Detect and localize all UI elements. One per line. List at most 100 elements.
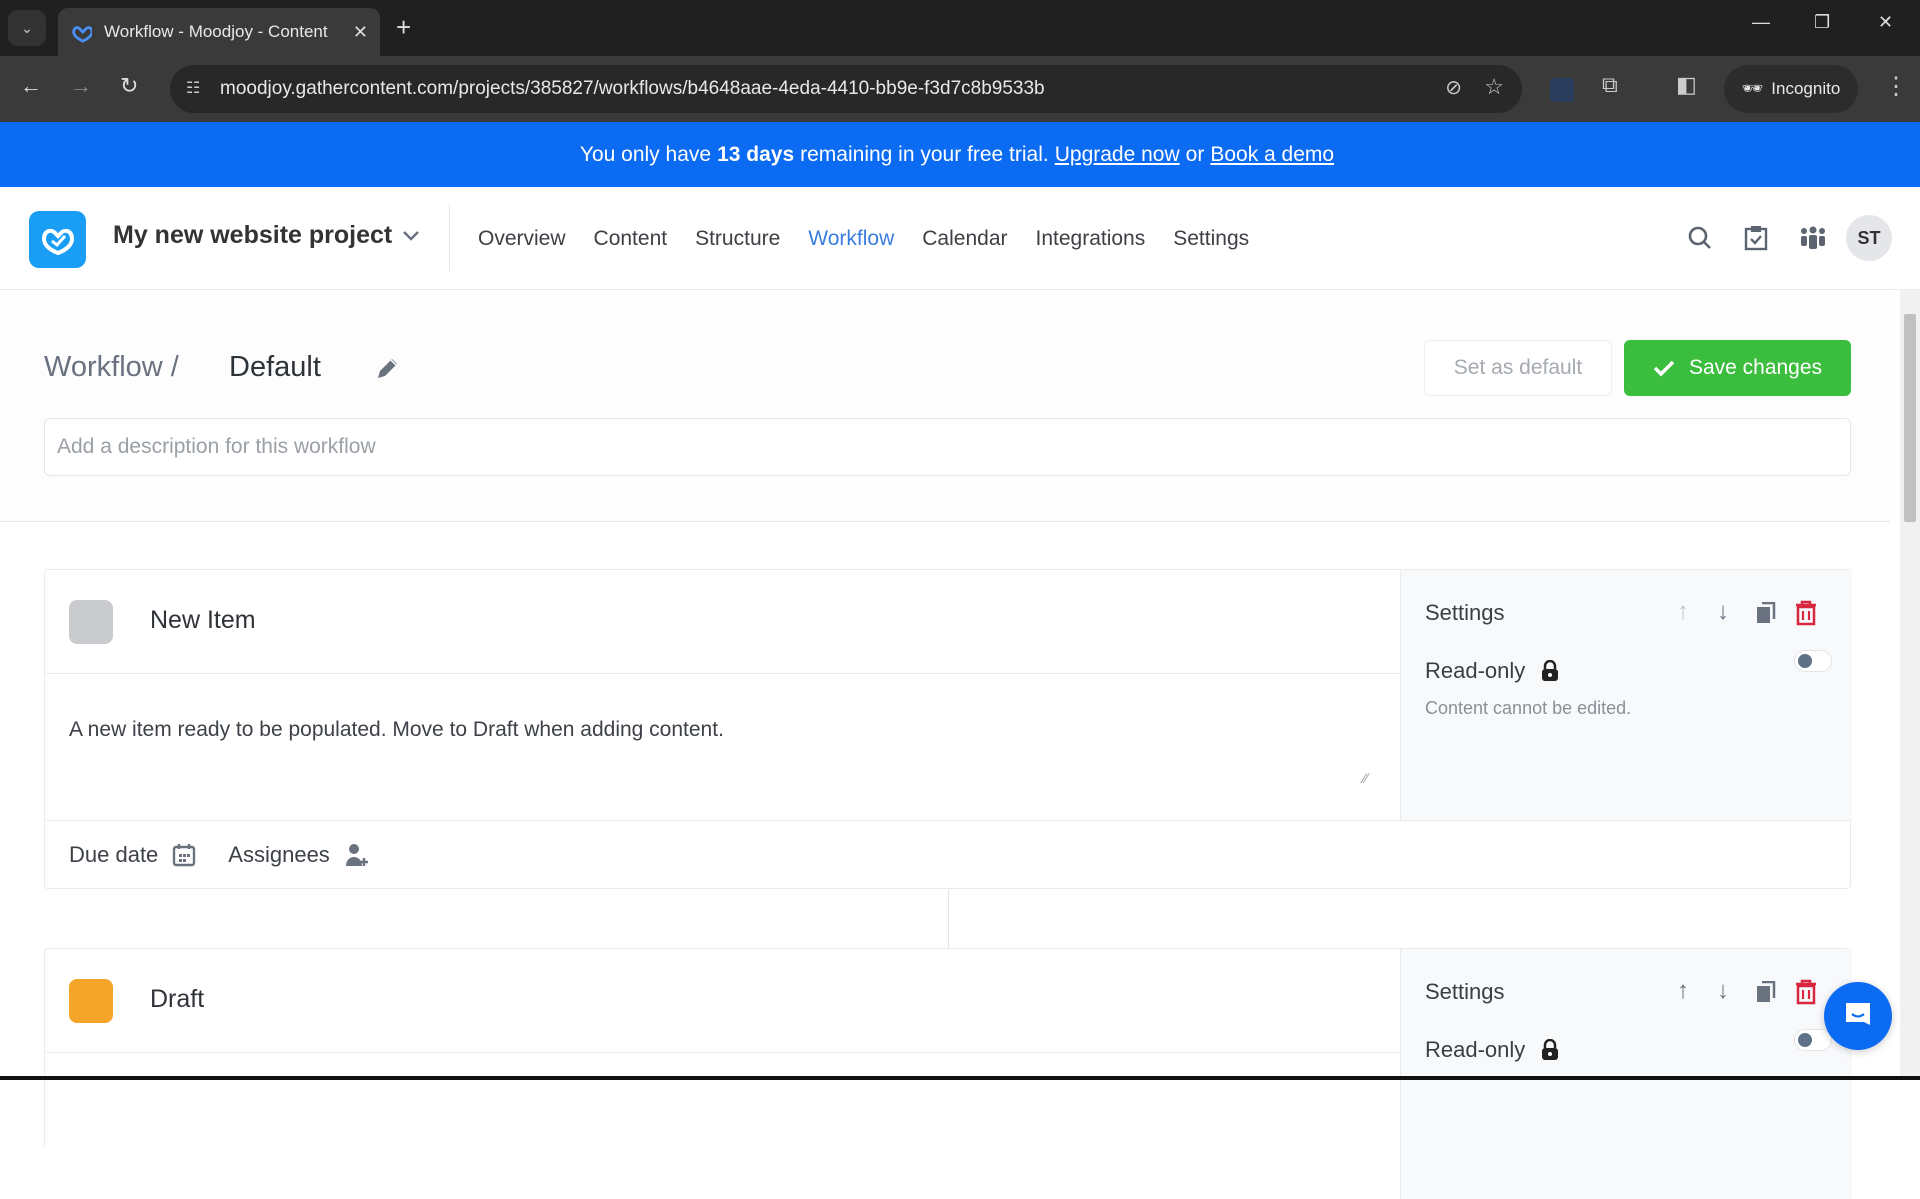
incognito-label: Incognito bbox=[1771, 79, 1841, 98]
side-panel-icon[interactable]: ◧ bbox=[1676, 72, 1700, 97]
save-changes-button[interactable]: Save changes bbox=[1624, 340, 1851, 396]
workflow-name: Default bbox=[229, 351, 321, 383]
readonly-label: Read-only bbox=[1425, 1037, 1526, 1062]
header-divider bbox=[449, 205, 450, 271]
delete-trash-icon[interactable] bbox=[1794, 979, 1818, 1005]
bookmark-star-icon[interactable]: ☆ bbox=[1484, 74, 1504, 100]
stage-name[interactable]: Draft bbox=[150, 985, 204, 1014]
tracking-blocked-icon[interactable]: ⊘ bbox=[1445, 75, 1462, 100]
set-as-default-button[interactable]: Set as default bbox=[1424, 340, 1612, 396]
move-up-icon[interactable]: ↑ bbox=[1677, 598, 1689, 626]
nav-integrations[interactable]: Integrations bbox=[1036, 227, 1146, 251]
incognito-indicator[interactable]: 🕶 Incognito bbox=[1724, 65, 1858, 113]
assignees-label[interactable]: Assignees bbox=[228, 842, 330, 868]
scrollbar-thumb[interactable] bbox=[1904, 314, 1916, 522]
workflow-stage: Draft Settings ↑ ↓ Read-only bbox=[44, 948, 1852, 1199]
lock-icon bbox=[1542, 660, 1559, 681]
stage-color-swatch[interactable] bbox=[69, 979, 113, 1023]
move-down-icon[interactable]: ↓ bbox=[1717, 598, 1729, 626]
address-bar[interactable]: ☷ moodjoy.gathercontent.com/projects/385… bbox=[170, 65, 1522, 113]
banner-or: or bbox=[1185, 142, 1205, 166]
browser-tab-bar: ⌄ Workflow - Moodjoy - Content ✕ + — ❐ ✕ bbox=[0, 0, 1920, 56]
nav-workflow[interactable]: Workflow bbox=[808, 227, 894, 251]
breadcrumb-workflow[interactable]: Workflow / bbox=[44, 351, 179, 384]
browser-menu-icon[interactable]: ⋮ bbox=[1884, 72, 1908, 101]
stage-header: Draft bbox=[45, 949, 1400, 1053]
browser-toolbar: ← → ↻ ☷ moodjoy.gathercontent.com/projec… bbox=[0, 56, 1920, 122]
book-demo-link[interactable]: Book a demo bbox=[1210, 143, 1334, 167]
toggle-knob bbox=[1798, 1033, 1812, 1047]
tab-search-button[interactable]: ⌄ bbox=[8, 10, 46, 46]
toggle-knob bbox=[1798, 654, 1812, 668]
close-tab-icon[interactable]: ✕ bbox=[353, 22, 368, 43]
nav-calendar[interactable]: Calendar bbox=[922, 227, 1007, 251]
due-date-label[interactable]: Due date bbox=[69, 842, 158, 868]
banner-middle: remaining in your free trial. bbox=[800, 142, 1049, 166]
workflow-title-bar: Workflow / Default Set as default Save c… bbox=[0, 290, 1890, 522]
nav-settings[interactable]: Settings bbox=[1173, 227, 1249, 251]
resize-handle-icon[interactable]: ⁄⁄ bbox=[1363, 770, 1368, 786]
settings-title: Settings bbox=[1425, 600, 1505, 625]
close-window-icon[interactable]: ✕ bbox=[1878, 12, 1893, 33]
add-assignee-icon[interactable] bbox=[344, 842, 370, 868]
user-avatar[interactable]: ST bbox=[1846, 215, 1892, 261]
restore-icon[interactable]: ❐ bbox=[1814, 12, 1830, 33]
tab-title: Workflow - Moodjoy - Content bbox=[104, 22, 328, 41]
stage-connector bbox=[948, 890, 949, 948]
gathercontent-favicon-icon bbox=[72, 26, 92, 43]
readonly-setting: Read-only bbox=[1425, 1037, 1559, 1063]
move-down-icon[interactable]: ↓ bbox=[1717, 977, 1729, 1005]
banner-prefix: You only have bbox=[579, 142, 712, 166]
extensions-puzzle-icon[interactable]: ⧉ bbox=[1602, 72, 1626, 97]
move-up-icon[interactable]: ↑ bbox=[1677, 977, 1689, 1005]
project-switcher[interactable]: My new website project bbox=[113, 221, 420, 250]
readonly-label: Read-only bbox=[1425, 658, 1526, 683]
team-icon[interactable] bbox=[1799, 225, 1827, 251]
lock-icon bbox=[1542, 1039, 1559, 1060]
forward-icon[interactable]: → bbox=[70, 73, 92, 99]
delete-trash-icon[interactable] bbox=[1794, 600, 1818, 626]
stage-header: New Item bbox=[45, 570, 1400, 674]
back-icon[interactable]: ← bbox=[20, 73, 42, 99]
upgrade-link[interactable]: Upgrade now bbox=[1055, 143, 1180, 167]
site-info-icon[interactable]: ☷ bbox=[186, 78, 200, 98]
stage-color-swatch[interactable] bbox=[69, 600, 113, 644]
nav-content[interactable]: Content bbox=[594, 227, 668, 251]
stage-description[interactable]: A new item ready to be populated. Move t… bbox=[69, 718, 724, 742]
browser-tab[interactable]: Workflow - Moodjoy - Content ✕ bbox=[58, 8, 380, 56]
reload-icon[interactable]: ↻ bbox=[120, 73, 138, 99]
os-taskbar-edge bbox=[0, 1076, 1920, 1080]
stage-name[interactable]: New Item bbox=[150, 606, 256, 635]
workflow-page: Workflow / Default Set as default Save c… bbox=[0, 290, 1900, 1199]
search-icon[interactable] bbox=[1687, 225, 1713, 251]
readonly-toggle[interactable] bbox=[1794, 1029, 1832, 1051]
support-chat-button[interactable] bbox=[1824, 982, 1892, 1050]
calendar-icon[interactable] bbox=[172, 843, 196, 867]
stage-footer: Due date Assignees bbox=[45, 820, 1852, 888]
readonly-setting: Read-only bbox=[1425, 658, 1559, 684]
duplicate-icon[interactable] bbox=[1756, 981, 1776, 1003]
nav-structure[interactable]: Structure bbox=[695, 227, 780, 251]
chat-icon bbox=[1846, 1003, 1870, 1025]
main-nav: Overview Content Structure Workflow Cale… bbox=[478, 227, 1249, 251]
tasks-clipboard-icon[interactable] bbox=[1744, 225, 1768, 251]
page-scrollbar[interactable] bbox=[1900, 290, 1920, 1080]
readonly-toggle[interactable] bbox=[1794, 650, 1832, 672]
new-tab-button[interactable]: + bbox=[396, 12, 411, 43]
logo-heart-icon bbox=[41, 228, 74, 255]
app-header: My new website project Overview Content … bbox=[0, 187, 1920, 290]
trial-banner: You only have 13 days remaining in your … bbox=[0, 122, 1920, 187]
checkmark-icon bbox=[1653, 360, 1675, 377]
minimize-icon[interactable]: — bbox=[1752, 12, 1770, 33]
stage-settings-panel: Settings ↑ ↓ Read-only bbox=[1400, 949, 1852, 1199]
gathercontent-logo[interactable] bbox=[29, 211, 86, 268]
workflow-description-input[interactable] bbox=[44, 418, 1851, 476]
nav-overview[interactable]: Overview bbox=[478, 227, 566, 251]
incognito-icon: 🕶 bbox=[1741, 79, 1764, 98]
extension-icon[interactable] bbox=[1550, 78, 1574, 102]
project-name: My new website project bbox=[113, 221, 393, 249]
save-changes-label: Save changes bbox=[1688, 356, 1823, 379]
duplicate-icon[interactable] bbox=[1756, 602, 1776, 624]
banner-days: 13 days bbox=[717, 142, 795, 166]
edit-pencil-icon[interactable] bbox=[374, 356, 400, 382]
